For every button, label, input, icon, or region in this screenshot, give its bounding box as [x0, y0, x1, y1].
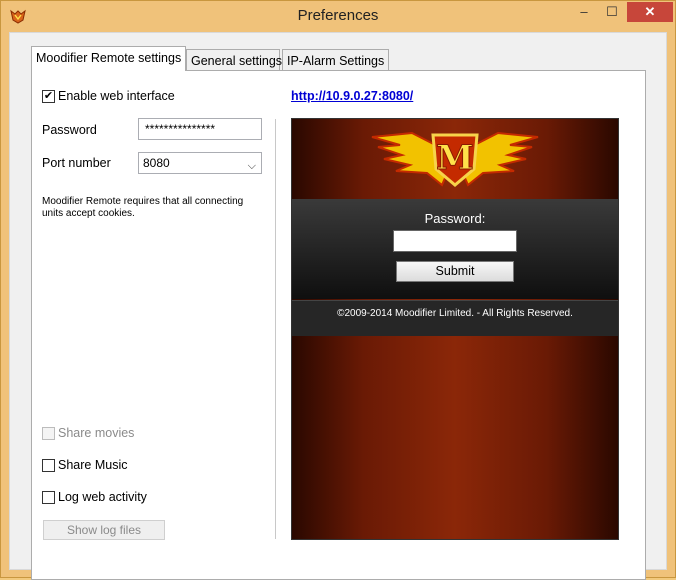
chevron-down-icon: ⌵ [247, 160, 256, 172]
web-preview: M Password: Submit ©2009-2014 Moodifier … [291, 118, 619, 540]
preview-login-box: Password: Submit [292, 199, 618, 299]
cookies-note: Moodifier Remote requires that all conne… [42, 196, 244, 219]
enable-web-interface-label: Enable web interface [58, 89, 175, 103]
maximize-button[interactable]: ☐ [599, 2, 625, 22]
share-music-checkbox[interactable] [42, 459, 55, 472]
preferences-window: Preferences – ☐ ✕ Moodifier Remote setti… [0, 0, 676, 580]
web-interface-url-link[interactable]: http://10.9.0.27:8080/ [291, 89, 413, 103]
password-field[interactable]: *************** [138, 118, 262, 140]
preview-submit-button[interactable]: Submit [396, 261, 514, 282]
share-movies-checkbox[interactable] [42, 427, 55, 440]
preview-password-label: Password: [424, 211, 486, 226]
share-movies-label: Share movies [58, 426, 135, 440]
tab-moodifier-remote-settings[interactable]: Moodifier Remote settings [31, 46, 187, 71]
tab-ip-alarm-settings[interactable]: IP-Alarm Settings [282, 49, 389, 71]
preview-footer: ©2009-2014 Moodifier Limited. - All Righ… [292, 300, 618, 336]
share-music-label: Share Music [58, 458, 128, 472]
port-number-label: Port number [42, 156, 111, 170]
minimize-button[interactable]: – [571, 2, 597, 22]
logo-letter: M [436, 138, 474, 178]
moodifier-logo: M [371, 131, 539, 187]
show-log-files-button[interactable]: Show log files [43, 520, 165, 540]
port-number-value: 8080 [143, 156, 170, 170]
password-label: Password [42, 123, 97, 137]
log-web-activity-checkbox[interactable] [42, 491, 55, 504]
enable-web-interface-checkbox[interactable]: ✔ [42, 90, 55, 103]
close-button[interactable]: ✕ [627, 2, 673, 22]
preview-password-input[interactable] [393, 230, 517, 252]
column-divider [275, 119, 276, 539]
tab-general-settings[interactable]: General settings [186, 49, 282, 71]
title-bar[interactable]: Preferences – ☐ ✕ [1, 1, 675, 32]
port-number-select[interactable]: 8080 ⌵ [138, 152, 262, 174]
log-web-activity-label: Log web activity [58, 490, 147, 504]
